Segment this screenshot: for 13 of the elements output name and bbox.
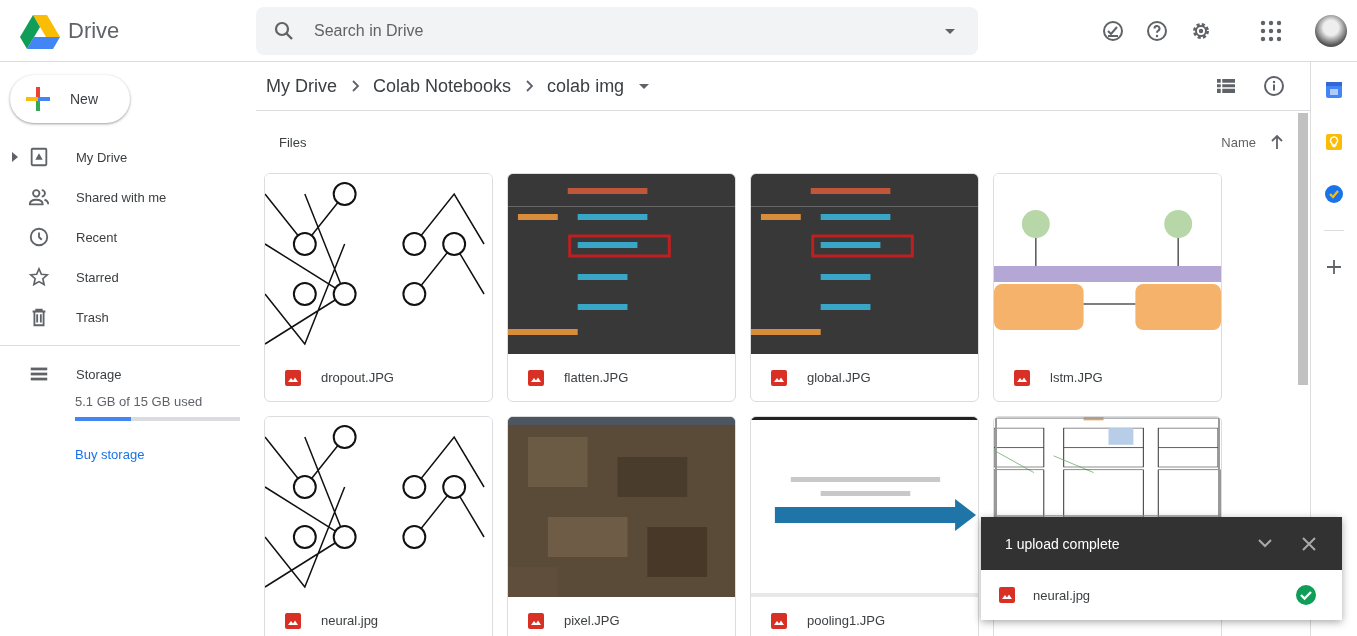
file-name: flatten.JPG — [564, 370, 629, 385]
file-name: neural.jpg — [321, 613, 379, 628]
file-name: lstm.JPG — [1050, 370, 1103, 385]
file-name: dropout.JPG — [321, 370, 394, 385]
file-name: pixel.JPG — [564, 613, 620, 628]
app-name: Drive — [68, 17, 120, 44]
upload-file-name: neural.jpg — [1033, 587, 1092, 603]
storage-label: Storage — [76, 366, 122, 382]
file-name: pooling1.JPG — [807, 613, 886, 628]
upload-title: 1 upload complete — [1005, 535, 1121, 552]
storage-usage: 5.1 GB of 15 GB used — [75, 394, 204, 409]
file-name: global.JPG — [807, 370, 871, 385]
section-title: Files — [279, 134, 307, 150]
